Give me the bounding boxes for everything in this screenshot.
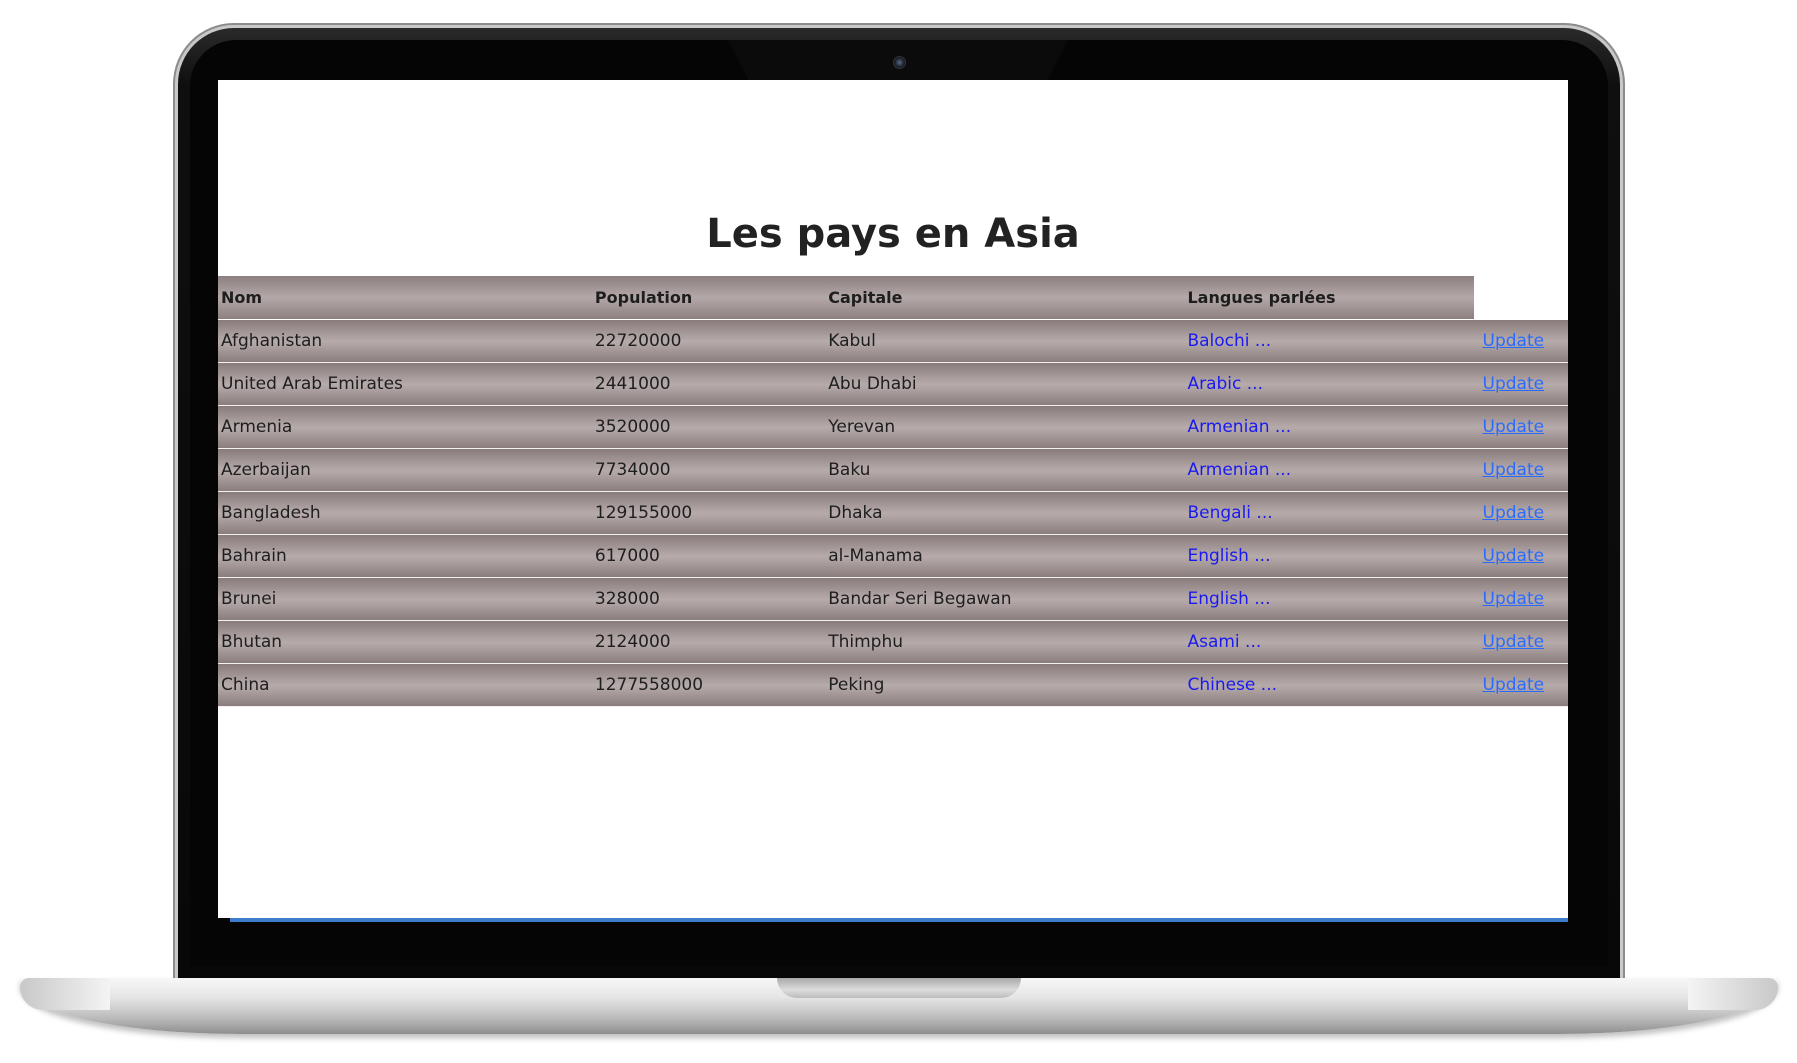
population-cell: 129155000	[591, 491, 826, 535]
population-cell: 2441000	[591, 362, 826, 406]
update-link[interactable]: Update	[1483, 374, 1545, 394]
languages-cell: Balochi ...	[1184, 319, 1474, 363]
languages-link[interactable]: Asami ...	[1187, 632, 1261, 652]
languages-cell: Armenian ...	[1184, 448, 1474, 492]
country-name-cell: United Arab Emirates	[218, 362, 592, 406]
capital-cell: Baku	[825, 448, 1185, 492]
update-cell: Update	[1473, 663, 1568, 707]
column-header-capitale: Capitale	[825, 276, 1185, 320]
country-name-cell: Bangladesh	[218, 491, 592, 535]
languages-cell: Chinese ...	[1184, 663, 1474, 707]
update-cell: Update	[1473, 620, 1568, 664]
laptop-hinge-notch	[777, 978, 1021, 998]
table-row: Azerbaijan 7734000 Baku Armenian ... Update	[218, 448, 1568, 492]
capital-cell: Kabul	[825, 319, 1185, 363]
capital-cell: Abu Dhabi	[825, 362, 1185, 406]
column-header-langues: Langues parlées	[1184, 276, 1474, 320]
languages-cell: Bengali ...	[1184, 491, 1474, 535]
update-cell: Update	[1473, 319, 1568, 363]
population-cell: 3520000	[591, 405, 826, 449]
update-cell: Update	[1473, 534, 1568, 578]
update-link[interactable]: Update	[1483, 331, 1545, 351]
update-link[interactable]: Update	[1483, 460, 1545, 480]
browser-screen: Les pays en Asia Nom Population Capitale…	[218, 80, 1568, 918]
table-row: United Arab Emirates 2441000 Abu Dhabi Arab…	[218, 362, 1568, 406]
table-row: Bhutan 2124000 Thimphu Asami ... Update	[218, 620, 1568, 664]
countries-table-viewport[interactable]: Nom Population Capitale Langues parlées …	[218, 276, 1568, 723]
languages-cell: Asami ...	[1184, 620, 1474, 664]
languages-link[interactable]: Armenian ...	[1187, 417, 1291, 437]
capital-cell: Dhaka	[825, 491, 1185, 535]
languages-link[interactable]: Chinese ...	[1187, 675, 1277, 695]
countries-table: Nom Population Capitale Langues parlées …	[218, 276, 1568, 707]
update-cell: Update	[1473, 577, 1568, 621]
languages-cell: English ...	[1184, 534, 1474, 578]
camera-icon	[893, 56, 906, 69]
column-header-nom: Nom	[218, 276, 592, 320]
table-row: Afghanistan 22720000 Kabul Balochi ... Updat…	[218, 319, 1568, 363]
update-cell: Update	[1473, 448, 1568, 492]
country-name-cell: China	[218, 663, 592, 707]
update-link[interactable]: Update	[1483, 417, 1545, 437]
capital-cell: Bandar Seri Begawan	[825, 577, 1185, 621]
country-name-cell: Afghanistan	[218, 319, 592, 363]
update-link[interactable]: Update	[1483, 589, 1545, 609]
country-name-cell: Bhutan	[218, 620, 592, 664]
population-cell: 2124000	[591, 620, 826, 664]
languages-link[interactable]: Balochi ...	[1187, 331, 1271, 351]
languages-cell: Armenian ...	[1184, 405, 1474, 449]
languages-cell: Arabic ...	[1184, 362, 1474, 406]
table-row: Brunei 328000 Bandar Seri Begawan English .…	[218, 577, 1568, 621]
capital-cell: al-Manama	[825, 534, 1185, 578]
languages-link[interactable]: English ...	[1187, 589, 1270, 609]
update-cell: Update	[1473, 362, 1568, 406]
languages-link[interactable]: English ...	[1187, 546, 1270, 566]
country-name-cell: Armenia	[218, 405, 592, 449]
page-title: Les pays en Asia	[706, 211, 1080, 257]
languages-cell: English ...	[1184, 577, 1474, 621]
table-row: Armenia 3520000 Yerevan Armenian ... Update	[218, 405, 1568, 449]
country-name-cell: Bahrain	[218, 534, 592, 578]
languages-link[interactable]: Bengali ...	[1187, 503, 1272, 523]
capital-cell: Peking	[825, 663, 1185, 707]
screen-underline	[230, 918, 1568, 922]
languages-link[interactable]: Arabic ...	[1187, 374, 1263, 394]
column-header-update	[1473, 276, 1568, 320]
population-cell: 22720000	[591, 319, 826, 363]
column-header-population: Population	[591, 276, 826, 320]
update-cell: Update	[1473, 405, 1568, 449]
country-name-cell: Brunei	[218, 577, 592, 621]
capital-cell: Yerevan	[825, 405, 1185, 449]
table-body: Afghanistan 22720000 Kabul Balochi ... Updat…	[218, 319, 1568, 707]
languages-link[interactable]: Armenian ...	[1187, 460, 1291, 480]
update-link[interactable]: Update	[1483, 675, 1545, 695]
update-link[interactable]: Update	[1483, 546, 1545, 566]
table-row: Bangladesh 129155000 Dhaka Bengali ... Updat…	[218, 491, 1568, 535]
laptop-base-edge-left	[20, 978, 110, 1010]
update-link[interactable]: Update	[1483, 503, 1545, 523]
table-row: Bahrain 617000 al-Manama English ... Update	[218, 534, 1568, 578]
update-link[interactable]: Update	[1483, 632, 1545, 652]
population-cell: 1277558000	[591, 663, 826, 707]
capital-cell: Thimphu	[825, 620, 1185, 664]
population-cell: 328000	[591, 577, 826, 621]
population-cell: 7734000	[591, 448, 826, 492]
country-name-cell: Azerbaijan	[218, 448, 592, 492]
update-cell: Update	[1473, 491, 1568, 535]
table-header-row: Nom Population Capitale Langues parlées	[218, 276, 1568, 320]
population-cell: 617000	[591, 534, 826, 578]
laptop-base-edge-right	[1688, 978, 1778, 1010]
table-row: China 1277558000 Peking Chinese ... Update	[218, 663, 1568, 707]
